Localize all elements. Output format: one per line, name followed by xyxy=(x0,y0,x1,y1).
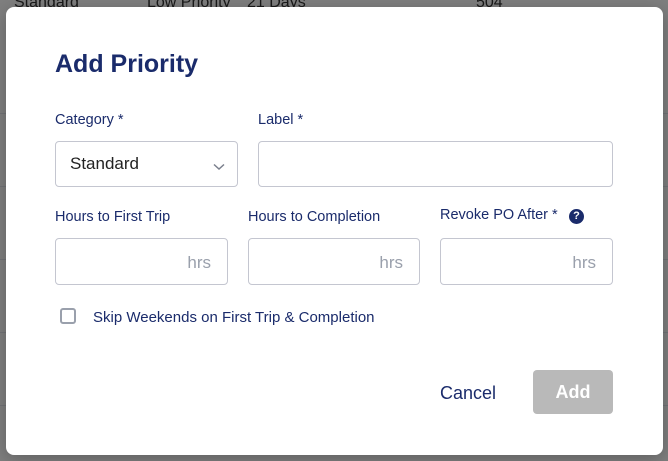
skip-weekends-checkbox[interactable] xyxy=(60,308,76,324)
label-field[interactable] xyxy=(258,141,613,187)
help-icon[interactable]: ? xyxy=(569,209,584,224)
revoke-po-label: Revoke PO After * xyxy=(440,207,558,223)
cancel-button[interactable]: Cancel xyxy=(440,383,496,404)
skip-weekends-label[interactable]: Skip Weekends on First Trip & Completion xyxy=(93,309,375,326)
label-field-label: Label * xyxy=(258,112,304,128)
label-input[interactable] xyxy=(259,142,612,186)
hours-completion-input[interactable]: hrs xyxy=(248,238,420,285)
category-select-value: Standard xyxy=(70,154,139,173)
add-priority-dialog: Add Priority Category * Standard Label *… xyxy=(6,7,663,455)
chevron-down-icon xyxy=(213,158,225,176)
hours-first-trip-label: Hours to First Trip xyxy=(55,209,171,225)
hours-completion-label: Hours to Completion xyxy=(248,209,381,225)
add-button[interactable]: Add xyxy=(533,370,613,414)
dialog-title: Add Priority xyxy=(55,50,199,78)
revoke-po-unit: hrs xyxy=(572,253,596,272)
category-select[interactable]: Standard xyxy=(55,141,238,187)
revoke-po-input[interactable]: hrs xyxy=(440,238,613,285)
hours-first-trip-unit: hrs xyxy=(187,253,211,272)
hours-completion-unit: hrs xyxy=(379,253,403,272)
hours-first-trip-input[interactable]: hrs xyxy=(55,238,228,285)
category-label: Category * xyxy=(55,112,124,128)
